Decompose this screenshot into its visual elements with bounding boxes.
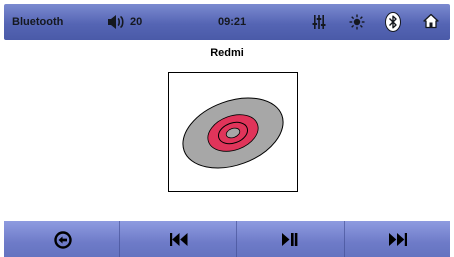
back-button[interactable] bbox=[4, 221, 119, 257]
play-pause-button[interactable] bbox=[237, 221, 344, 257]
volume-value: 20 bbox=[130, 16, 143, 28]
playback-controls bbox=[4, 221, 450, 257]
play-pause-icon bbox=[282, 233, 298, 246]
next-track-icon bbox=[389, 233, 407, 246]
back-icon bbox=[54, 231, 72, 249]
bluetooth-icon[interactable] bbox=[385, 12, 401, 32]
previous-track-button[interactable] bbox=[120, 221, 236, 257]
disc-icon bbox=[182, 97, 284, 169]
album-art bbox=[168, 72, 298, 192]
status-bar: Bluetooth 20 09:21 bbox=[4, 4, 450, 40]
source-label: Bluetooth bbox=[12, 16, 64, 28]
brightness-icon[interactable] bbox=[349, 14, 365, 30]
next-track-button[interactable] bbox=[345, 221, 450, 257]
clock: 09:21 bbox=[218, 16, 247, 28]
home-icon[interactable] bbox=[423, 13, 439, 29]
previous-track-icon bbox=[170, 233, 188, 246]
track-title: Redmi bbox=[210, 47, 244, 59]
equalizer-icon[interactable] bbox=[312, 15, 326, 29]
speaker-icon[interactable] bbox=[107, 15, 125, 29]
